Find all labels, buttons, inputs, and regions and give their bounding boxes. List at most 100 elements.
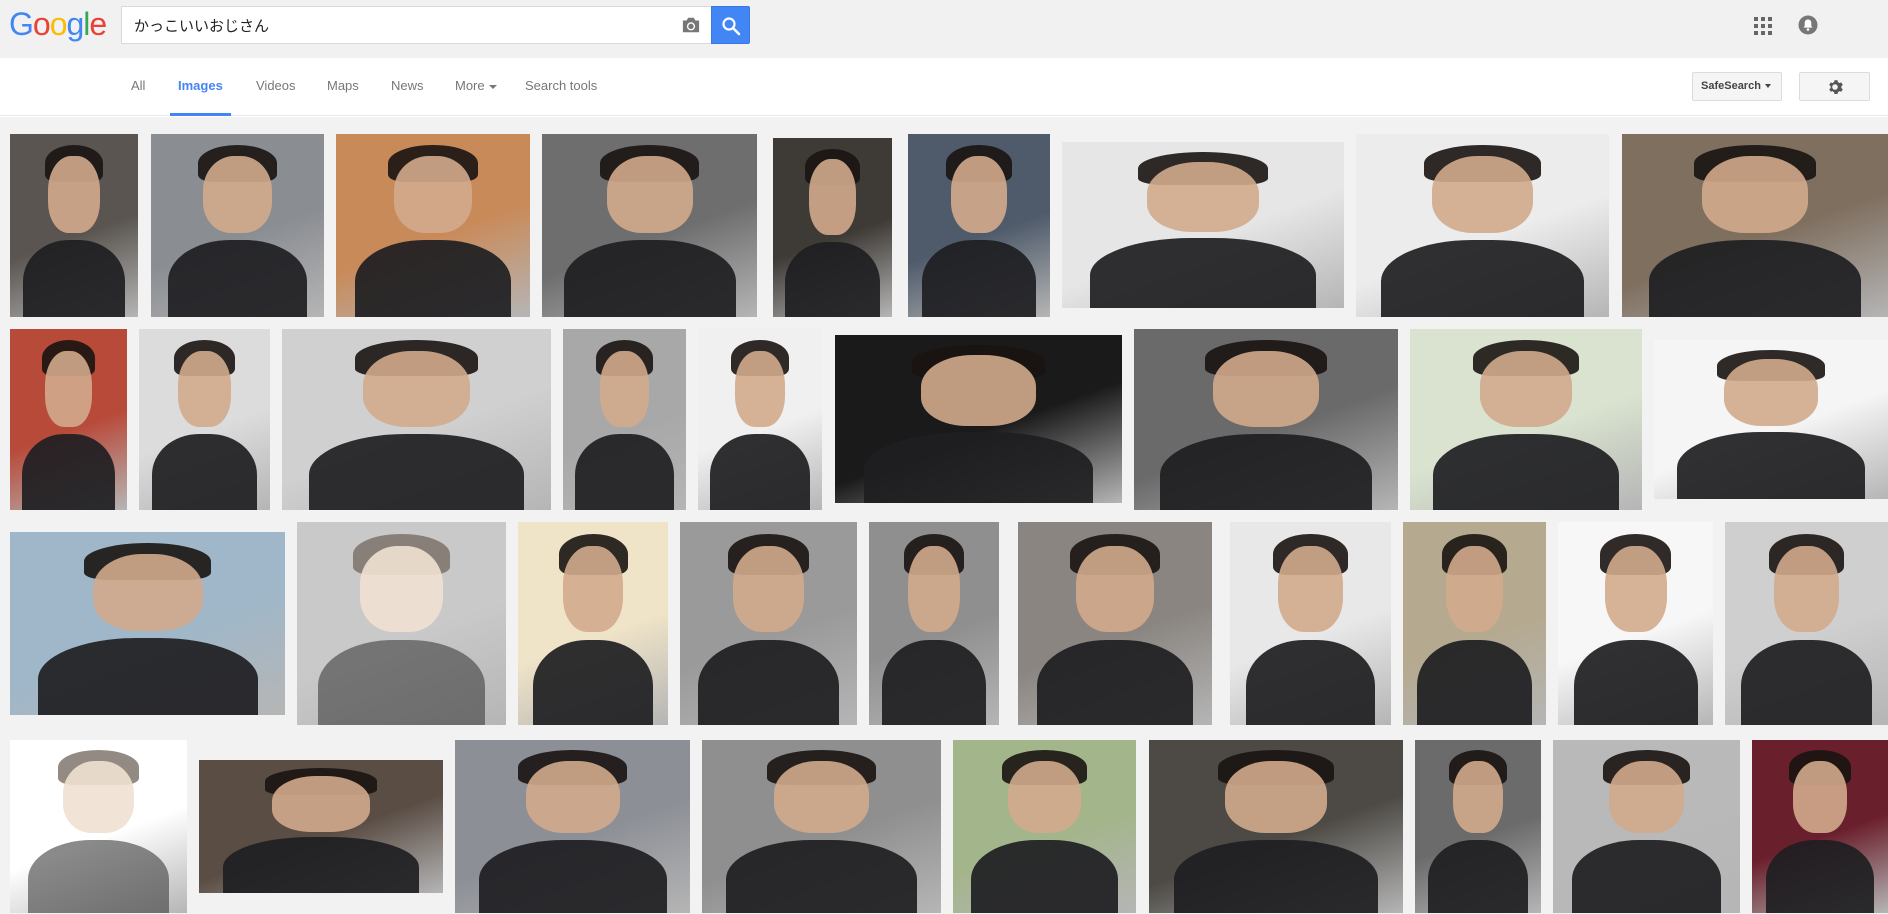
top-bar: Google: [0, 0, 1888, 58]
image-result-thumbnail[interactable]: [1752, 740, 1888, 913]
thumbnail-figure-shape: [1452, 760, 1504, 834]
google-logo[interactable]: Google: [9, 6, 107, 42]
thumbnail-figure-shape: [1609, 760, 1684, 834]
image-result-thumbnail[interactable]: [542, 134, 757, 317]
tab-more[interactable]: More: [455, 58, 497, 116]
image-result-thumbnail[interactable]: [297, 522, 506, 725]
logo-letter: g: [66, 6, 84, 42]
image-result-thumbnail[interactable]: [1622, 134, 1888, 317]
thumbnail-figure-shape: [1701, 155, 1809, 233]
search-button[interactable]: [711, 6, 750, 44]
thumbnail-figure-shape: [1278, 546, 1343, 632]
tab-label: Maps: [327, 78, 359, 93]
thumbnail-figure-shape: [152, 433, 257, 510]
image-result-thumbnail[interactable]: [1062, 142, 1344, 308]
image-result-thumbnail[interactable]: [1018, 522, 1212, 725]
image-result-thumbnail[interactable]: [139, 329, 270, 510]
image-result-thumbnail[interactable]: [455, 740, 690, 913]
thumbnail-figure-shape: [921, 355, 1036, 426]
thumbnail-figure-shape: [863, 432, 1094, 503]
image-result-thumbnail[interactable]: [1230, 522, 1391, 725]
image-result-thumbnail[interactable]: [869, 522, 999, 725]
thumbnail-figure-shape: [733, 546, 804, 632]
tab-label: All: [131, 78, 146, 93]
image-result-thumbnail[interactable]: [282, 329, 551, 510]
image-result-thumbnail[interactable]: [908, 134, 1050, 317]
search-icon: [722, 17, 741, 36]
image-result-thumbnail[interactable]: [336, 134, 530, 317]
tab-label: Videos: [256, 78, 296, 93]
thumbnail-figure-shape: [606, 155, 693, 233]
image-result-thumbnail[interactable]: [563, 329, 686, 510]
search-box[interactable]: [121, 6, 712, 44]
thumbnail-figure-shape: [1433, 433, 1619, 510]
bell-icon[interactable]: [1798, 15, 1818, 35]
thumbnail-figure-shape: [1037, 639, 1193, 725]
thumbnail-figure-shape: [599, 350, 650, 427]
image-result-thumbnail[interactable]: [10, 532, 285, 715]
thumbnail-figure-shape: [1445, 546, 1504, 632]
tab-label: More: [455, 78, 485, 93]
image-result-thumbnail[interactable]: [199, 760, 443, 893]
image-result-thumbnail[interactable]: [773, 138, 892, 317]
thumbnail-figure-shape: [1146, 161, 1260, 232]
gear-icon: [1829, 80, 1843, 94]
thumbnail-figure-shape: [92, 553, 203, 631]
image-result-thumbnail[interactable]: [1403, 522, 1546, 725]
thumbnail-figure-shape: [1225, 760, 1327, 834]
image-result-thumbnail[interactable]: [1553, 740, 1740, 913]
tab-news[interactable]: News: [391, 58, 424, 116]
thumbnail-figure-shape: [317, 639, 486, 725]
thumbnail-figure-shape: [21, 433, 116, 510]
thumbnail-figure-shape: [63, 760, 134, 834]
image-result-thumbnail[interactable]: [518, 522, 668, 725]
tab-label: Search tools: [525, 78, 598, 93]
caret-down-icon: [488, 84, 497, 89]
image-result-thumbnail[interactable]: [1410, 329, 1642, 510]
thumbnail-figure-shape: [1741, 639, 1872, 725]
search-input[interactable]: [134, 7, 654, 43]
tab-search-tools[interactable]: Search tools: [525, 58, 597, 116]
logo-letter: e: [89, 6, 107, 42]
image-result-thumbnail[interactable]: [702, 740, 941, 913]
thumbnail-figure-shape: [1007, 760, 1082, 834]
thumbnail-figure-shape: [971, 840, 1118, 913]
thumbnail-figure-shape: [525, 760, 620, 834]
image-result-thumbnail[interactable]: [835, 335, 1122, 503]
image-results-grid: [0, 117, 1888, 914]
tab-videos[interactable]: Videos: [256, 58, 296, 116]
image-result-thumbnail[interactable]: [1415, 740, 1541, 913]
image-result-thumbnail[interactable]: [953, 740, 1136, 913]
thumbnail-figure-shape: [362, 350, 471, 427]
settings-button[interactable]: [1799, 72, 1870, 101]
image-result-thumbnail[interactable]: [151, 134, 324, 317]
image-result-thumbnail[interactable]: [1356, 134, 1609, 317]
thumbnail-figure-shape: [773, 760, 870, 834]
thumbnail-figure-shape: [1090, 238, 1316, 308]
thumbnail-figure-shape: [1160, 433, 1372, 510]
image-result-thumbnail[interactable]: [680, 522, 857, 725]
thumbnail-figure-shape: [563, 240, 736, 317]
image-result-thumbnail[interactable]: [10, 134, 138, 317]
thumbnail-figure-shape: [308, 433, 525, 510]
image-result-thumbnail[interactable]: [1654, 340, 1888, 499]
camera-icon[interactable]: [680, 16, 702, 34]
image-result-thumbnail[interactable]: [1134, 329, 1398, 510]
tab-bar: All Images Videos Maps News More Search …: [0, 58, 1888, 116]
safesearch-button[interactable]: SafeSearch: [1692, 72, 1782, 101]
thumbnail-figure-shape: [922, 240, 1036, 317]
image-result-thumbnail[interactable]: [10, 740, 187, 913]
image-result-thumbnail[interactable]: [1558, 522, 1713, 725]
thumbnail-figure-shape: [1479, 350, 1573, 427]
tab-maps[interactable]: Maps: [327, 58, 359, 116]
thumbnail-figure-shape: [1213, 350, 1319, 427]
image-result-thumbnail[interactable]: [1725, 522, 1888, 725]
image-result-thumbnail[interactable]: [1149, 740, 1403, 913]
apps-icon[interactable]: [1754, 17, 1772, 35]
thumbnail-figure-shape: [1427, 840, 1529, 913]
tab-all[interactable]: All: [131, 58, 145, 116]
tab-images[interactable]: Images: [170, 58, 231, 116]
thumbnail-figure-shape: [1765, 840, 1875, 913]
image-result-thumbnail[interactable]: [10, 329, 127, 510]
image-result-thumbnail[interactable]: [698, 329, 822, 510]
